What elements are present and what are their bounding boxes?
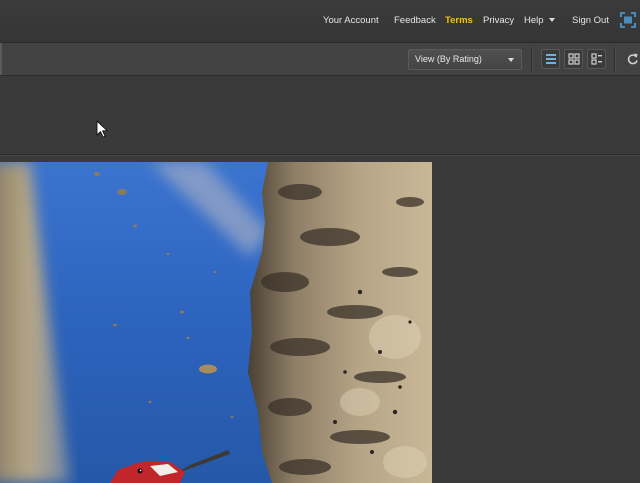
nav-privacy[interactable]: Privacy (483, 15, 514, 26)
nav-your-account[interactable]: Your Account (323, 15, 379, 26)
refresh-icon[interactable] (626, 52, 639, 66)
list-view-icon (546, 54, 556, 64)
list-view-button[interactable] (541, 49, 560, 69)
nav-terms[interactable]: Terms (445, 15, 473, 26)
chevron-down-icon (548, 18, 555, 23)
grid-view-button[interactable] (564, 49, 583, 69)
photo-preview[interactable] (0, 162, 432, 483)
toolbar-separator (531, 47, 532, 72)
nav-sign-out[interactable]: Sign Out (572, 15, 609, 26)
nav-help-label: Help (524, 15, 544, 26)
woodpecker-photo (0, 162, 432, 483)
header-band (0, 76, 640, 154)
chevron-down-icon (508, 58, 514, 62)
view-sort-value: View (By Rating) (415, 54, 482, 64)
view-sort-select[interactable]: View (By Rating) (408, 49, 522, 70)
content-divider (0, 154, 640, 155)
detail-view-button[interactable] (587, 49, 606, 69)
toolbar-separator (614, 47, 615, 72)
detail-view-icon (591, 53, 602, 65)
mouse-pointer-icon (96, 120, 108, 138)
toolbar-edge (0, 43, 2, 75)
nav-feedback[interactable]: Feedback (394, 15, 436, 26)
fullscreen-icon[interactable] (620, 12, 636, 28)
grid-view-icon (568, 53, 580, 65)
nav-help[interactable]: Help (524, 15, 555, 26)
